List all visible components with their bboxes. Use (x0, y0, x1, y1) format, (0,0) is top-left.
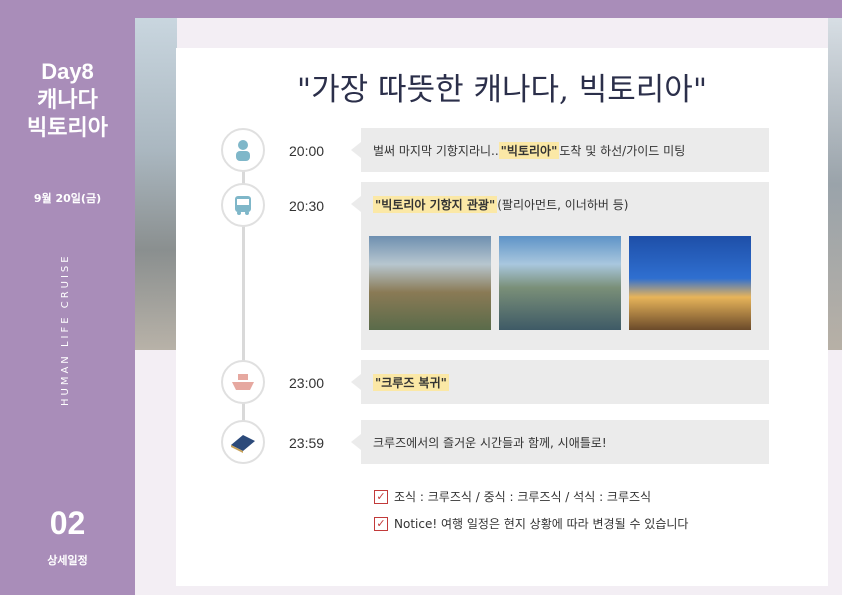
section-number: 02 (49, 505, 86, 541)
notice-text: Notice! 여행 일정은 현지 상황에 따라 변경될 수 있습니다 (394, 517, 689, 531)
time-label: 20:00 (289, 143, 325, 159)
top-bar (135, 0, 842, 18)
parliament-photo (629, 236, 751, 330)
cruise-ship-icon (221, 360, 265, 404)
bed-icon (221, 420, 265, 464)
harbor-photo (369, 236, 491, 330)
item-text-after: 도착 및 하선/가이드 미팅 (559, 143, 686, 158)
time-label: 20:30 (289, 198, 325, 214)
item-highlight: "빅토리아" (498, 141, 560, 159)
meals-note: ✓ 조식 : 크루즈식 / 중식 : 크루즈식 / 석식 : 크루즈식 (374, 488, 651, 505)
notice-note: ✓ Notice! 여행 일정은 현지 상황에 따라 변경될 수 있습니다 (374, 515, 688, 532)
schedule-item: 벌써 마지막 기항지라니.. "빅토리아" 도착 및 하선/가이드 미팅 (351, 128, 769, 172)
meals-text: 조식 : 크루즈식 / 중식 : 크루즈식 / 석식 : 크루즈식 (394, 490, 652, 504)
woman-guide-icon (221, 128, 265, 172)
bus-icon (221, 183, 265, 227)
sidebar-title: Day8 캐나다 빅토리아 (0, 58, 135, 142)
schedule-item: "크루즈 복귀" (351, 360, 769, 404)
item-text: 벌써 마지막 기항지라니.. (373, 143, 499, 158)
marina-photo (499, 236, 621, 330)
background-photo-right (828, 18, 842, 350)
time-label: 23:00 (289, 375, 325, 391)
section-label: 상세일정 (47, 554, 88, 567)
schedule-item: 크루즈에서의 즐거운 시간들과 함께, 시애틀로! (351, 420, 769, 464)
item-highlight: "크루즈 복귀" (373, 373, 449, 391)
sidebar: Day8 캐나다 빅토리아 9월 20일(금) HUMAN LIFE CRUIS… (0, 0, 135, 595)
item-text: 크루즈에서의 즐거운 시간들과 함께, 시애틀로! (373, 435, 607, 450)
date-label: 9월 20일(금) (33, 192, 102, 205)
day-label: Day8 (41, 59, 94, 84)
city-label: 빅토리아 (27, 115, 108, 140)
country-label: 캐나다 (37, 87, 98, 112)
background-photo-left (135, 18, 177, 350)
checkbox-icon: ✓ (374, 489, 388, 504)
checkbox-icon: ✓ (374, 516, 388, 531)
item-text-after: (팔리아먼트, 이너하버 등) (497, 198, 629, 212)
page-title: "가장 따뜻한 캐나다, 빅토리아" (296, 72, 708, 108)
item-highlight: "빅토리아 기항지 관광" (373, 196, 498, 213)
content-panel: "가장 따뜻한 캐나다, 빅토리아" 20:00 벌써 마지막 기항지라니.. … (176, 48, 828, 586)
page: Day8 캐나다 빅토리아 9월 20일(금) HUMAN LIFE CRUIS… (0, 0, 842, 595)
vertical-brand-text: HUMAN LIFE CRUISE (60, 253, 71, 407)
time-label: 23:59 (289, 435, 325, 451)
